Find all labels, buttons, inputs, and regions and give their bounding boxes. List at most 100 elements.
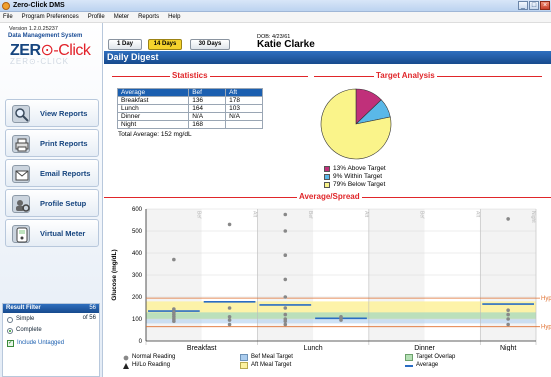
result-filter-header: Result Filter 56 xyxy=(3,304,99,313)
table-cell: 136 xyxy=(188,96,227,105)
email-icon xyxy=(12,165,30,183)
statistics-title: Statistics xyxy=(170,71,210,80)
profile-setup-button[interactable]: Profile Setup xyxy=(5,189,99,217)
normal-reading-point xyxy=(283,295,288,299)
table-cell: 168 xyxy=(188,120,227,129)
menu-reports[interactable]: Reports xyxy=(138,12,159,23)
tab-1-day[interactable]: 1 Day xyxy=(108,39,142,50)
normal-reading-point xyxy=(283,306,288,310)
table-cell: 178 xyxy=(225,96,263,105)
total-average: Total Average: 152 mg/dL xyxy=(118,131,192,138)
tab-bar: 1 Day 14 Days 30 Days DOB: 4/23/61 Katie… xyxy=(104,23,551,51)
main-content: 1 Day 14 Days 30 Days DOB: 4/23/61 Katie… xyxy=(104,23,551,377)
normal-reading-point xyxy=(227,318,232,322)
table-cell: N/A xyxy=(188,112,227,121)
simple-radio[interactable] xyxy=(7,317,13,323)
window-title: Zero-Click DMS xyxy=(13,2,65,9)
hyper-label: Hyper xyxy=(541,296,551,302)
normal-reading-point xyxy=(172,319,176,323)
spread-title: Average/Spread xyxy=(297,192,362,201)
view-reports-button[interactable]: View Reports xyxy=(5,99,99,127)
normal-reading-point xyxy=(339,318,343,322)
normal-reading-point xyxy=(506,308,510,312)
normal-reading-symbol xyxy=(123,355,129,361)
menu-file[interactable]: File xyxy=(3,12,13,23)
y-tick-label: 0 xyxy=(139,339,143,345)
table-cell xyxy=(225,120,263,129)
normal-reading-point xyxy=(506,317,510,321)
table-header-row: Average Bef Aft xyxy=(116,88,263,97)
x-tick-label: Lunch xyxy=(304,345,323,351)
normal-reading-point xyxy=(283,312,288,317)
menu-program-preferences[interactable]: Program Preferences xyxy=(22,12,79,23)
bef-meal-swatch xyxy=(240,354,248,361)
nav-label: Profile Setup xyxy=(40,199,87,208)
normal-reading-point xyxy=(283,319,288,323)
normal-reading-point xyxy=(283,277,288,282)
x-tick-label: Breakfast xyxy=(187,345,217,351)
normal-reading-point xyxy=(283,229,288,233)
simple-label: Simple xyxy=(16,316,35,322)
target-analysis-title: Target Analysis xyxy=(374,71,437,80)
table-header-cell: Average xyxy=(116,88,190,97)
normal-reading-point xyxy=(227,306,232,310)
legend-target-overlap: Target Overlap xyxy=(416,354,456,360)
table-cell: Dinner xyxy=(116,112,190,121)
virtual-meter-icon xyxy=(12,225,30,243)
minimize-icon[interactable]: _ xyxy=(518,1,528,10)
complete-label: Complete xyxy=(16,327,42,333)
nav-label: Print Reports xyxy=(40,139,88,148)
complete-radio[interactable] xyxy=(7,328,13,334)
menu-help[interactable]: Help xyxy=(168,12,180,23)
tab-14-days[interactable]: 14 Days xyxy=(148,39,182,50)
within-target-swatch xyxy=(324,174,330,180)
aft-meal-swatch xyxy=(240,362,248,369)
legend-normal-reading: Normal Reading xyxy=(132,354,176,360)
table-cell: 164 xyxy=(188,104,227,113)
patient-name: Katie Clarke xyxy=(257,39,315,50)
y-tick-label: 200 xyxy=(132,295,143,301)
maximize-icon[interactable]: □ xyxy=(529,1,539,10)
app-icon xyxy=(2,2,10,10)
y-tick-label: 100 xyxy=(132,317,143,323)
virtual-meter-button[interactable]: Virtual Meter xyxy=(5,219,99,247)
table-row: Breakfast 136 178 xyxy=(116,96,263,105)
tab-30-days[interactable]: 30 Days xyxy=(190,39,230,50)
hilo-reading-symbol xyxy=(123,363,129,369)
legend-hilo-reading: Hi/Lo Reading xyxy=(132,362,171,368)
column-label: Bef xyxy=(196,211,202,219)
menu-profile[interactable]: Profile xyxy=(88,12,105,23)
y-axis-label: Glucose (mg/dL) xyxy=(111,249,118,300)
above-target-label: 13% Above Target xyxy=(333,165,386,172)
legend-average: Average xyxy=(416,362,439,368)
nav-label: Virtual Meter xyxy=(40,229,86,238)
magnifier-icon xyxy=(12,105,30,123)
menu-meter[interactable]: Meter xyxy=(114,12,129,23)
title-bar: Zero-Click DMS _ □ × xyxy=(0,0,551,12)
table-header-cell: Aft xyxy=(225,88,263,97)
table-cell: Lunch xyxy=(116,104,190,113)
normal-reading-point xyxy=(283,253,288,257)
statistics-rule xyxy=(112,76,308,77)
include-untagged-label: Include Untagged xyxy=(17,340,65,346)
statistics-table: Average Bef Aft Breakfast 136 178 Lunch … xyxy=(116,88,263,129)
normal-reading-point xyxy=(172,307,176,311)
hypo-label: Hypo xyxy=(541,325,551,331)
menu-list: File Program Preferences Profile Meter R… xyxy=(3,12,180,23)
version-label: Version 1.2.0.25237 xyxy=(9,26,58,32)
column-label: Aft xyxy=(474,211,480,218)
x-tick-label: Night xyxy=(500,345,516,351)
normal-reading-point xyxy=(227,222,232,227)
close-icon[interactable]: × xyxy=(540,1,550,10)
y-tick-label: 400 xyxy=(132,251,143,257)
within-target-label: 9% Within Target xyxy=(333,173,383,180)
target-overlap-swatch xyxy=(405,354,413,361)
normal-reading-point xyxy=(227,322,232,327)
print-reports-button[interactable]: Print Reports xyxy=(5,129,99,157)
normal-reading-point xyxy=(506,217,510,221)
email-reports-button[interactable]: Email Reports xyxy=(5,159,99,187)
system-label: Data Management System xyxy=(8,33,83,39)
table-cell: Breakfast xyxy=(116,96,190,105)
page-title: Daily Digest xyxy=(107,52,159,62)
include-untagged-checkbox[interactable]: ✓ xyxy=(7,340,14,347)
